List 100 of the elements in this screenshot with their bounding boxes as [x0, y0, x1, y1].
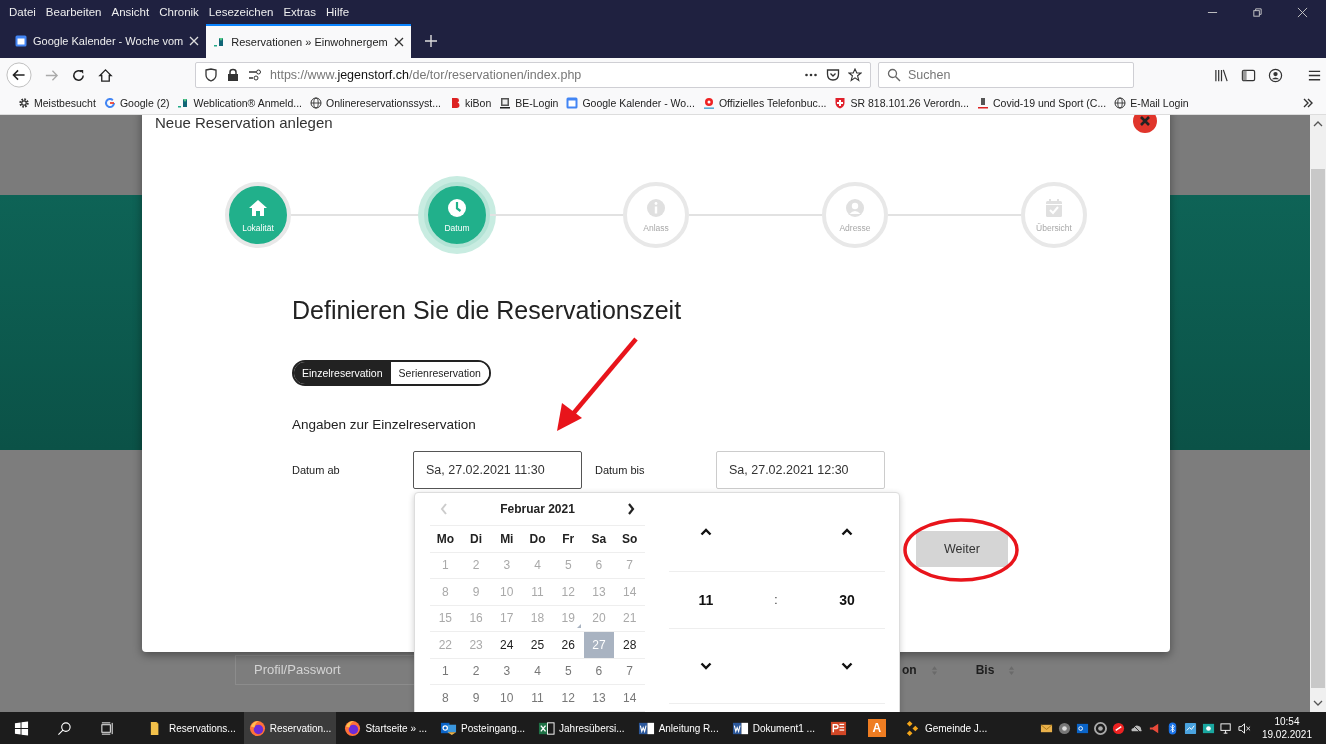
account-icon[interactable] [1268, 67, 1283, 83]
calendar-day[interactable]: 3 [491, 658, 523, 684]
bookmark-item[interactable]: Google Kalender - Wo... [566, 97, 695, 109]
calendar-day[interactable]: 13 [583, 685, 615, 711]
search-icon[interactable] [57, 720, 72, 736]
hour-value[interactable]: 11 [698, 592, 714, 608]
menu-item[interactable]: Datei [4, 6, 41, 18]
star-icon[interactable] [848, 68, 862, 82]
bookmark-item[interactable]: Covid-19 und Sport (C... [977, 97, 1107, 109]
taskbar-button[interactable]: Jahresübersi... [533, 712, 630, 744]
taskbar-button[interactable]: Dokument1 ... [726, 712, 820, 744]
reload-icon[interactable] [71, 67, 86, 83]
home-icon[interactable] [98, 67, 113, 83]
chevron-double-icon[interactable] [1302, 97, 1314, 109]
calendar-day[interactable]: 12 [552, 685, 584, 711]
clock-time[interactable]: 10:54 [1274, 715, 1300, 728]
task-view-icon[interactable] [100, 720, 115, 736]
scroll-up-icon[interactable] [1313, 120, 1323, 128]
column-header[interactable]: on [902, 663, 917, 677]
calendar-day[interactable]: 10 [491, 685, 523, 711]
month-title[interactable]: Februar 2021 [500, 502, 575, 516]
bookmark-item[interactable]: Offizielles Telefonbuc... [702, 97, 827, 109]
taskbar-button[interactable]: Posteingang... [435, 712, 531, 744]
calendar-day[interactable]: 25 [522, 632, 553, 658]
calendar-day[interactable]: 2 [460, 658, 492, 684]
calendar-day[interactable]: 5 [552, 658, 584, 684]
scroll-down-icon[interactable] [1313, 699, 1323, 707]
tray-app-icon[interactable] [1093, 721, 1107, 735]
monitor-icon[interactable] [1219, 721, 1233, 735]
bookmark-item[interactable]: kiBon [448, 97, 492, 109]
tray-app-icon[interactable] [1057, 721, 1071, 735]
calendar-day[interactable]: 7 [614, 658, 646, 684]
increment-minute-icon[interactable] [841, 528, 853, 536]
bookmark-item[interactable]: SR 818.101.26 Verordn... [834, 97, 969, 109]
browser-tab[interactable]: Google Kalender - Woche vom [8, 24, 207, 58]
calendar-day[interactable]: 24 [491, 632, 523, 658]
menu-item[interactable]: Extras [278, 6, 321, 18]
scrollbar[interactable] [1310, 115, 1326, 712]
calendar-day[interactable]: 6 [583, 658, 615, 684]
bookmark-item[interactable]: Meistbesucht [18, 97, 96, 109]
menu-item[interactable]: Chronik [154, 6, 204, 18]
taskbar-button[interactable]: A [860, 712, 893, 744]
taskbar-button[interactable]: Reservation... [243, 712, 337, 744]
increment-hour-icon[interactable] [700, 528, 712, 536]
tray-app-icon[interactable] [1183, 721, 1197, 735]
library-icon[interactable] [1214, 67, 1229, 83]
calendar-day[interactable]: 26 [552, 632, 584, 658]
calendar-day[interactable]: 4 [522, 658, 553, 684]
calendar-day[interactable]: 8 [430, 685, 461, 711]
close-icon[interactable] [393, 37, 404, 47]
bookmark-item[interactable]: Onlinereservationssyst... [310, 97, 441, 109]
close-icon[interactable] [1133, 115, 1157, 133]
menu-item[interactable]: Bearbeiten [40, 6, 107, 18]
clock-date[interactable]: 19.02.2021 [1261, 728, 1312, 741]
restore-icon[interactable] [1252, 6, 1263, 18]
menu-item[interactable]: Ansicht [106, 6, 155, 18]
bookmark-item[interactable]: Weblication® Anmeld... [177, 97, 302, 109]
calendar-day[interactable]: 28 [614, 632, 646, 658]
taskbar-button[interactable]: Gemeinde J... [898, 712, 993, 744]
decrement-hour-icon[interactable] [700, 662, 712, 670]
column-header[interactable]: Bis [975, 663, 995, 677]
calendar-day[interactable]: 1 [430, 658, 461, 684]
mail-app-icon[interactable] [1075, 721, 1089, 735]
sidebar-icon[interactable] [1241, 67, 1256, 83]
pocket-icon[interactable] [826, 68, 840, 82]
calendar-day[interactable]: 9 [460, 685, 492, 711]
calendar-day[interactable]: 11 [522, 685, 553, 711]
mode-option[interactable]: Einzelreservation [294, 362, 391, 384]
step-indicator[interactable]: Übersicht [1021, 182, 1087, 248]
plus-icon[interactable] [424, 35, 437, 47]
step-indicator[interactable]: Anlass [623, 182, 689, 248]
minute-value[interactable]: 30 [839, 592, 855, 608]
bookmark-item[interactable]: E-Mail Login [1114, 97, 1189, 109]
tray-app-icon[interactable] [1111, 721, 1125, 735]
speaker-muted-icon[interactable] [1237, 721, 1251, 735]
browser-tab[interactable]: Reservationen » Einwohnergem [206, 24, 411, 58]
step-indicator[interactable]: Lokalität [225, 182, 291, 248]
bookmark-favicon [977, 97, 989, 109]
search-field[interactable]: Suchen [878, 62, 1134, 88]
menu-item[interactable]: Lesezeichen [203, 6, 279, 18]
tray-app-icon[interactable] [1201, 721, 1215, 735]
date-input[interactable]: Sa, 27.02.2021 11:30 [413, 451, 582, 489]
date-input[interactable]: Sa, 27.02.2021 12:30 [716, 451, 885, 489]
bookmark-item[interactable]: BE-Login [499, 97, 559, 109]
profile-field[interactable]: Profil/Passwort [235, 655, 415, 685]
calendar-day[interactable]: 14 [614, 685, 646, 711]
back-icon[interactable] [6, 62, 32, 88]
step-indicator[interactable]: Adresse [822, 182, 888, 248]
bookmark-item[interactable]: Google (2) [103, 97, 170, 109]
windows-start-icon[interactable] [14, 720, 29, 736]
taskbar-button[interactable]: Anleitung R... [632, 712, 724, 744]
taskbar-button[interactable]: Startseite » ... [339, 712, 433, 744]
decrement-minute-icon[interactable] [841, 662, 853, 670]
megaphone-icon[interactable] [1147, 721, 1161, 735]
next-button[interactable]: Weiter [916, 531, 1008, 567]
taskbar-button[interactable]: Reservations... [143, 712, 241, 744]
envelope-icon[interactable] [1039, 721, 1053, 735]
address-bar[interactable]: https://www.jegenstorf.ch/de/tor/reservationen/index.php [195, 62, 871, 88]
menu-item[interactable]: Hilfe [321, 6, 355, 18]
next-month-icon[interactable] [627, 503, 635, 515]
